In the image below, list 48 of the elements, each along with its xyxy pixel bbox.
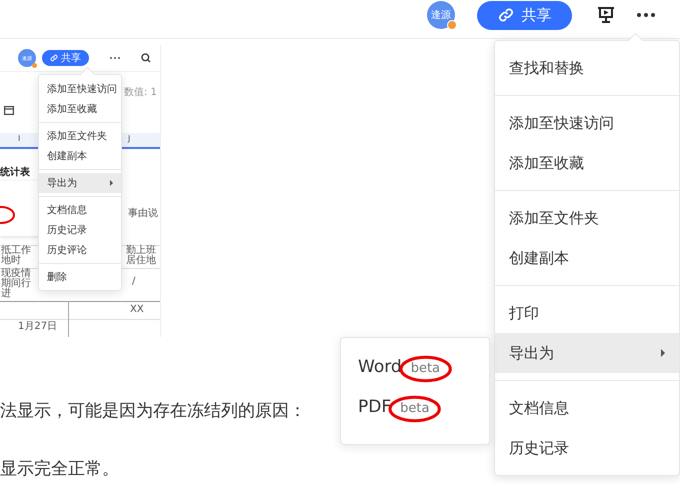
menu-item[interactable]: 添加至收藏 [39,99,121,119]
table-cell-text: 勤上班居住地 [126,246,157,266]
column-header: J [128,134,130,143]
count-label: 数值: 1 [124,86,157,99]
menu-item[interactable]: 创建副本 [495,238,679,278]
beta-label: beta [400,401,430,416]
menu-item[interactable]: 历史记录 [495,428,679,468]
more-icon[interactable] [636,12,656,18]
submenu-item[interactable]: Word beta [358,350,489,390]
table-cell-text: XX [130,305,145,315]
menu-item[interactable]: 导出为 [39,173,121,193]
status-dot [447,20,457,30]
menu-item[interactable]: 删除 [39,267,121,287]
menu-item[interactable]: 添加至收藏 [495,143,679,183]
search-icon[interactable] [141,53,151,63]
menu-item[interactable]: 文档信息 [495,388,679,428]
annotation-ellipse [400,356,452,382]
more-icon[interactable] [109,56,121,60]
avatar-initials: 逢源 [431,9,451,22]
body-text: 法显示，可能是因为存在冻结列的原因： [0,401,306,421]
menu-item[interactable]: 打印 [495,293,679,333]
menu-item[interactable]: 创建副本 [39,146,121,166]
menu-item[interactable]: 添加至文件夹 [39,126,121,146]
table-cell-text: 现疫情期间行进 [1,269,32,299]
status-dot [32,63,37,68]
annotation-ellipse [389,396,440,422]
menu-item[interactable]: 导出为 [495,333,679,373]
menu-item[interactable]: 历史记录 [39,220,121,240]
sheet-title: 统计表 [0,166,30,179]
menu-item[interactable]: 文档信息 [39,200,121,220]
share-button[interactable]: 共享 [42,50,89,66]
menu-item[interactable]: 历史评论 [39,240,121,260]
menu-item[interactable]: 查找和替换 [495,48,679,88]
table-cell-text: / [132,277,136,287]
table-cell-text: 事由说 [128,209,159,219]
body-text: 显示完全正常。 [0,459,119,479]
menu-item[interactable]: 添加至文件夹 [495,198,679,238]
link-icon [498,7,514,23]
link-icon [50,54,58,62]
beta-label: beta [410,361,440,376]
menu-item[interactable]: 添加至快速访问 [39,79,121,99]
column-header: I [18,134,20,143]
share-button[interactable]: 共享 [477,0,572,30]
table-cell-text: 抵工作地时 [1,246,32,266]
table-cell-text: 1月27日 [18,322,58,332]
calendar-icon[interactable] [4,106,14,115]
presentation-icon[interactable] [596,5,616,25]
menu-item[interactable]: 添加至快速访问 [495,103,679,143]
